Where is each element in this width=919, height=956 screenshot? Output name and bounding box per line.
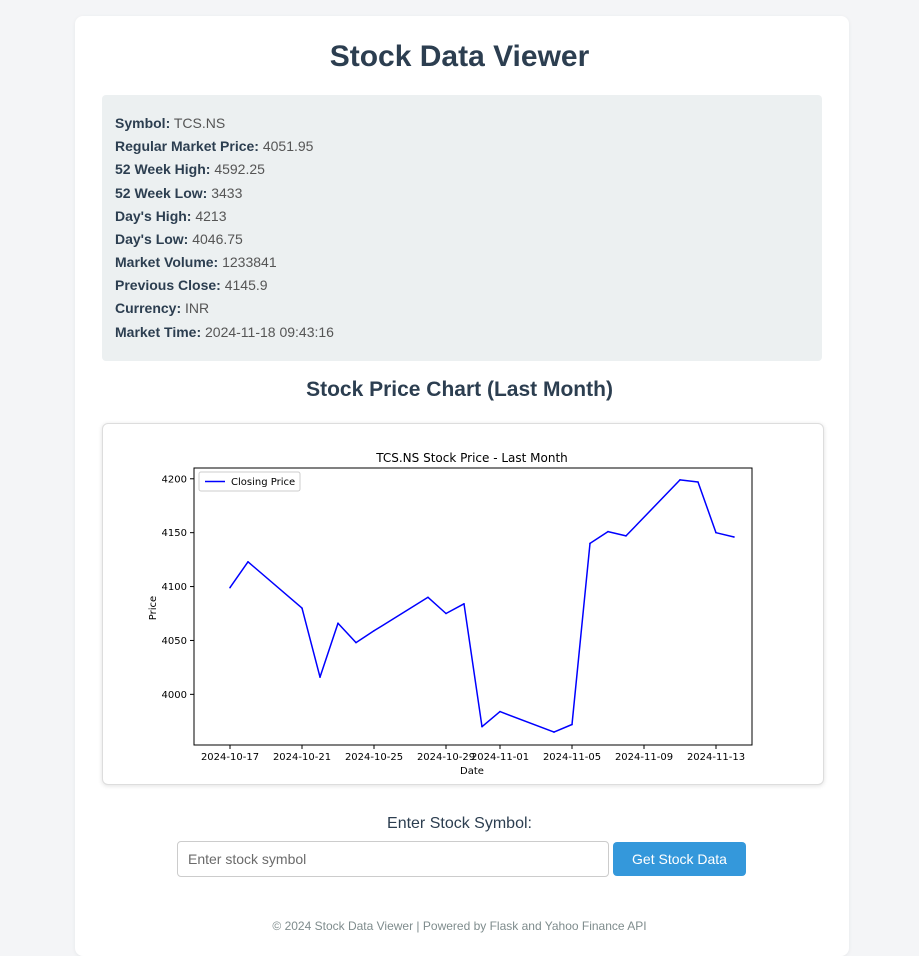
data-point: 2024-10-17: 4099 <box>229 586 231 589</box>
plot-area-frame <box>193 467 753 746</box>
info-row-market-price: Regular Market Price: 4051.95 <box>115 138 313 154</box>
x-tick-label: 2024-11-13 <box>687 752 745 763</box>
y-tick-label: 4100 <box>162 582 187 593</box>
x-tick-label: 2024-10-17 <box>201 752 259 763</box>
x-tick-label: 2024-11-09 <box>615 752 673 763</box>
data-point: 2024-10-21: 4080 <box>301 607 303 609</box>
data-point: 2024-10-23: 4066 <box>337 622 339 625</box>
data-point: 2024-10-24: 4048 <box>355 641 357 644</box>
info-value: 4051.95 <box>262 138 314 154</box>
data-point: 2024-10-18: 4123 <box>247 560 249 563</box>
data-point: 2024-11-08: 4147 <box>625 535 627 537</box>
symbol-field-label: Enter Stock Symbol: <box>387 815 532 832</box>
info-value: 3433 <box>211 185 243 201</box>
data-point: 2024-10-28: 4090 <box>427 596 429 599</box>
info-row-previous-close: Previous Close: 4145.9 <box>115 277 268 293</box>
data-point: 2024-11-14: 4146 <box>733 536 735 538</box>
data-point: 2024-11-12: 4197 <box>697 481 699 483</box>
info-label: Market Volume: <box>115 254 219 270</box>
y-tick-label: 4150 <box>162 528 187 539</box>
info-row-market-volume: Market Volume: 1233841 <box>115 254 277 270</box>
stock-price-chart: TCS.NS Stock Price - Last Month Date Pri… <box>148 451 753 777</box>
info-row-days-low: Day's Low: 4046.75 <box>115 231 243 247</box>
symbol-input[interactable] <box>177 841 609 877</box>
info-value: 4046.75 <box>192 231 243 247</box>
x-tick-label: 2024-10-21 <box>273 752 331 763</box>
info-label: 52 Week Low: <box>115 185 208 201</box>
info-row-52-week-low: 52 Week Low: 3433 <box>115 185 242 201</box>
info-label: Previous Close: <box>115 277 221 293</box>
info-row-symbol: Symbol: TCS.NS <box>115 115 225 131</box>
y-tick-label: 4200 <box>162 474 187 485</box>
info-value: TCS.NS <box>173 115 226 131</box>
series-line-closing-price <box>229 479 735 733</box>
data-point: 2024-10-25: 4059 <box>373 629 375 632</box>
info-label: Day's High: <box>115 208 192 224</box>
x-tick-label: 2024-11-05 <box>543 752 601 763</box>
info-row-market-time: Market Time: 2024-11-18 09:43:16 <box>115 324 334 340</box>
info-label: Day's Low: <box>115 231 189 247</box>
info-label: Currency: <box>115 300 182 316</box>
chart-title: TCS.NS Stock Price - Last Month <box>375 451 568 465</box>
x-tick-label: 2024-11-01 <box>471 752 529 763</box>
data-point: 2024-10-31: 3970 <box>481 725 483 728</box>
data-point: 2024-11-04: 3965 <box>553 731 555 733</box>
get-stock-data-button[interactable]: Get Stock Data <box>613 842 746 876</box>
data-point: 2024-10-29: 4075 <box>445 612 447 615</box>
legend-label: Closing Price <box>231 477 295 488</box>
info-row-currency: Currency: INR <box>115 300 209 316</box>
y-tick-label: 4050 <box>162 636 187 647</box>
chart-section-heading: Stock Price Chart (Last Month) <box>306 378 613 401</box>
x-tick-label: 2024-10-25 <box>345 752 403 763</box>
footer-text: © 2024 Stock Data Viewer | Powered by Fl… <box>272 919 647 933</box>
y-axis-label: Price <box>148 596 159 620</box>
y-tick-label: 4000 <box>162 690 187 701</box>
data-point: 2024-11-11: 4199 <box>679 479 681 481</box>
data-point: 2024-11-01: 3984 <box>499 710 501 713</box>
data-point: 2024-10-30: 4084 <box>463 603 465 605</box>
page-title: Stock Data Viewer <box>329 40 590 73</box>
info-label: Market Time: <box>115 324 202 340</box>
stock-info-panel: Symbol: TCS.NS Regular Market Price: 405… <box>102 95 822 361</box>
info-label: 52 Week High: <box>115 161 211 177</box>
info-label: Symbol: <box>115 115 171 131</box>
info-value: 4145.9 <box>224 277 268 293</box>
data-point: 2024-11-13: 4150 <box>715 531 717 534</box>
x-axis-label: Date <box>460 766 484 777</box>
info-value: 4213 <box>195 208 227 224</box>
x-tick-label: 2024-10-29 <box>417 752 475 763</box>
info-label: Regular Market Price: <box>115 138 259 154</box>
info-row-days-high: Day's High: 4213 <box>115 208 227 224</box>
chart-container: TCS.NS Stock Price - Last Month Date Pri… <box>102 423 824 785</box>
info-value: 1233841 <box>222 254 277 270</box>
data-point: 2024-11-05: 3972 <box>571 723 573 726</box>
data-point: 2024-11-06: 4140 <box>589 542 591 545</box>
data-point: 2024-10-22: 4016 <box>319 676 321 678</box>
info-row-52-week-high: 52 Week High: 4592.25 <box>115 161 265 177</box>
data-point: 2024-11-07: 4151 <box>607 530 609 533</box>
info-value: INR <box>185 300 210 316</box>
info-value: 4592.25 <box>214 161 265 177</box>
info-value: 2024-11-18 09:43:16 <box>205 324 334 340</box>
